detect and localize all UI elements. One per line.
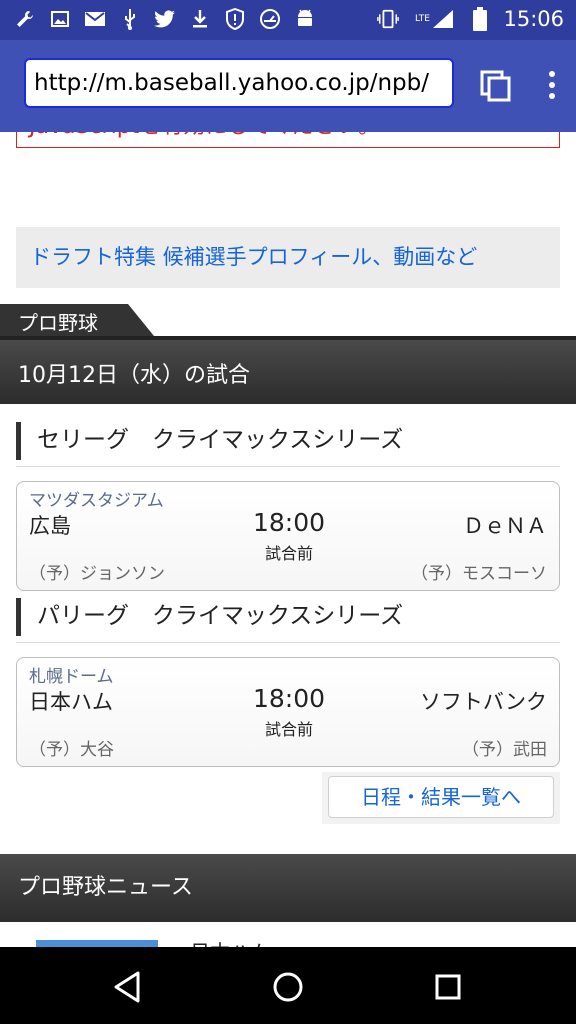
- alert-shield-icon: [224, 8, 246, 30]
- news-headline[interactable]: 日本ハム: [190, 936, 270, 947]
- navigation-bar: [0, 947, 576, 1024]
- recents-icon[interactable]: [428, 967, 468, 1007]
- divider: [16, 642, 560, 643]
- draft-banner-link[interactable]: ドラフト特集 候補選手プロフィール、動画など: [16, 227, 560, 288]
- url-bar[interactable]: http://m.baseball.yahoo.co.jp/npb/: [24, 58, 454, 108]
- status-clock: 15:06: [503, 7, 564, 31]
- home-pitcher: （予）大谷: [29, 740, 114, 760]
- speedometer-icon: [259, 8, 281, 30]
- news-header: プロ野球ニュース: [0, 854, 576, 922]
- home-pitcher: （予）ジョンソン: [29, 564, 165, 584]
- vibrate-icon: [377, 8, 400, 30]
- page-content: JavaScriptを有効にしてください。 ドラフト特集 候補選手プロフィール、…: [0, 132, 576, 947]
- browser-toolbar: http://m.baseball.yahoo.co.jp/npb/: [0, 40, 576, 132]
- away-pitcher: （予）武田: [462, 740, 547, 760]
- javascript-warning: JavaScriptを有効にしてください。: [16, 132, 560, 148]
- schedule-link-wrap: 日程・結果一覧へ: [322, 772, 560, 824]
- image-icon: [49, 8, 71, 30]
- schedule-results-button[interactable]: 日程・結果一覧へ: [328, 776, 554, 818]
- away-team: ＤｅＮＡ: [463, 514, 547, 538]
- wrench-icon: [14, 8, 36, 30]
- away-team: ソフトバンク: [419, 690, 547, 714]
- league-heading-pacific: パリーグ クライマックスシリーズ: [16, 598, 560, 636]
- divider: [16, 466, 560, 467]
- section-tab: プロ野球: [0, 304, 154, 336]
- lte-signal-icon: LTE: [411, 8, 457, 30]
- game-card-central[interactable]: マツダスタジアム 広島 18:00 試合前 ＤｅＮＡ （予）ジョンソン （予）モ…: [16, 481, 560, 591]
- away-pitcher: （予）モスコーソ: [411, 564, 547, 584]
- mail-icon: [84, 8, 106, 30]
- android-icon: [294, 8, 316, 30]
- twitter-icon: [154, 8, 176, 30]
- game-card-pacific[interactable]: 札幌ドーム 日本ハム 18:00 試合前 ソフトバンク （予）大谷 （予）武田: [16, 657, 560, 767]
- tabs-icon[interactable]: [478, 68, 514, 104]
- date-header: 10月12日（水）の試合: [0, 336, 576, 404]
- news-thumbnail[interactable]: [36, 940, 158, 947]
- battery-icon: [469, 7, 491, 31]
- back-icon[interactable]: [108, 967, 148, 1007]
- league-heading-central: セリーグ クライマックスシリーズ: [16, 422, 560, 460]
- status-bar: LTE 15:06: [0, 0, 576, 40]
- section-tab-label: プロ野球: [18, 311, 98, 335]
- usb-icon: [119, 8, 141, 30]
- home-icon[interactable]: [268, 967, 308, 1007]
- download-icon: [189, 8, 211, 30]
- overflow-menu-icon[interactable]: [540, 68, 564, 104]
